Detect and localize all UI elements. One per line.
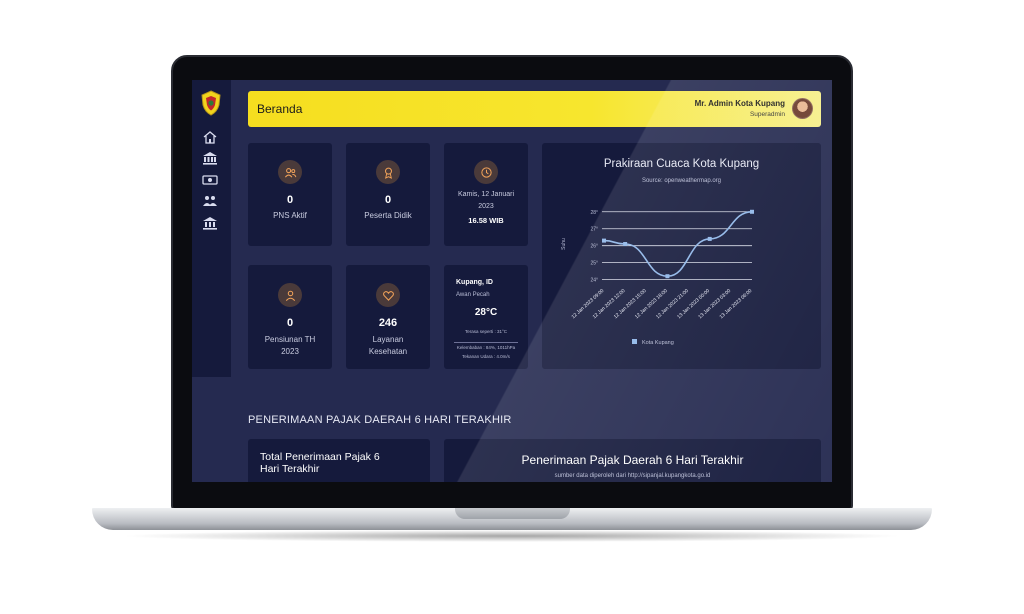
weather-line-chart: 24°25°26°27°28°Suhu12 Jan 2023 09:0012 J… [561, 209, 754, 346]
stat-label-year: 2023 [281, 347, 299, 356]
product-mockup: Beranda Mr. Admin Kota Kupang Superadmin… [0, 0, 1024, 614]
city-emblem-logo [200, 90, 222, 116]
stat-value: 246 [378, 317, 398, 329]
user-icon [278, 283, 302, 307]
building-icon[interactable] [202, 216, 218, 230]
money-icon[interactable] [202, 173, 218, 187]
y-tick-label: 27° [590, 227, 598, 233]
clock-date: Kamis, 12 Januari [457, 191, 515, 198]
tax-chart-source: sumber data diperoleh dari http://sipanj… [554, 473, 711, 479]
clock-icon [474, 160, 498, 184]
weather-description: Awan Pecah [456, 292, 490, 298]
laptop-shadow [120, 530, 904, 542]
weather-humidity: Kelembaban : 84%, 1011hPa [456, 345, 516, 350]
user-name[interactable]: Mr. Admin Kota Kupang [695, 99, 785, 108]
users-icon[interactable] [202, 194, 218, 208]
card-weather-chart: Prakiraan Cuaca Kota Kupang Source: open… [542, 143, 821, 369]
stat-label: PNS Aktif [273, 211, 307, 220]
y-axis-label: Suhu [561, 238, 567, 250]
tax-total-title: Total Penerimaan Pajak 6 Hari Terakhir [260, 451, 380, 475]
card-tax-total: Total Penerimaan Pajak 6 Hari Terakhir [248, 439, 430, 482]
stat-label: Peserta Didik [364, 211, 412, 220]
top-header: Beranda Mr. Admin Kota Kupang Superadmin [248, 91, 821, 127]
stat-value: 0 [286, 317, 294, 329]
y-tick-label: 24° [590, 278, 598, 284]
avatar[interactable] [792, 98, 813, 119]
card-tax-chart: Penerimaan Pajak Daerah 6 Hari Terakhir … [444, 439, 821, 482]
laptop-notch [455, 508, 570, 519]
heart-icon [376, 283, 400, 307]
stat-label: Pensiunan TH [264, 335, 316, 344]
y-tick-label: 25° [590, 261, 598, 267]
card-layanan-kesehatan[interactable]: 246 Layanan Kesehatan [346, 265, 430, 369]
y-tick-label: 26° [590, 244, 598, 250]
card-pns-aktif[interactable]: 0 PNS Aktif [248, 143, 332, 246]
sidebar [192, 80, 231, 377]
legend-label: Kota Kupang [642, 340, 674, 346]
card-weather-info: Kupang, ID Awan Pecah 28°C Terasa sepert… [444, 265, 528, 369]
y-tick-label: 28° [590, 210, 598, 216]
stat-value: 0 [286, 194, 294, 206]
users-icon [278, 160, 302, 184]
clock-time: 16.58 WIB [468, 216, 504, 225]
stat-label-line2: Kesehatan [368, 347, 408, 356]
weather-feels-like: Terasa seperti : 31°C [464, 329, 508, 334]
home-icon[interactable] [202, 130, 218, 144]
stat-value: 0 [384, 194, 392, 206]
weather-temperature: 28°C [474, 307, 498, 318]
legend-marker [632, 339, 637, 344]
tax-chart-title: Penerimaan Pajak Daerah 6 Hari Terakhir [521, 453, 744, 467]
data-point [750, 209, 754, 214]
data-point [602, 238, 606, 243]
weather-city: Kupang, ID [456, 279, 493, 286]
user-role: Superadmin [749, 111, 785, 118]
medal-icon [376, 160, 400, 184]
page-title: Beranda [257, 102, 303, 116]
data-point [707, 236, 712, 241]
stat-label: Layanan [372, 335, 404, 344]
card-pensiunan[interactable]: 0 Pensiunan TH 2023 [248, 265, 332, 369]
app-screen: Beranda Mr. Admin Kota Kupang Superadmin… [192, 80, 832, 482]
clock-year: 2023 [478, 203, 494, 210]
weather-wind: Tekanan Udara : 4.0m/s [462, 354, 510, 359]
card-peserta-didik[interactable]: 0 Peserta Didik [346, 143, 430, 246]
section-title: PENERIMAAN PAJAK DAERAH 6 HARI TERAKHIR [248, 414, 512, 426]
divider [454, 342, 518, 343]
data-point [623, 242, 628, 246]
bank-icon[interactable] [202, 151, 218, 165]
card-clock: Kamis, 12 Januari 2023 16.58 WIB [444, 143, 528, 246]
data-point [665, 274, 670, 279]
